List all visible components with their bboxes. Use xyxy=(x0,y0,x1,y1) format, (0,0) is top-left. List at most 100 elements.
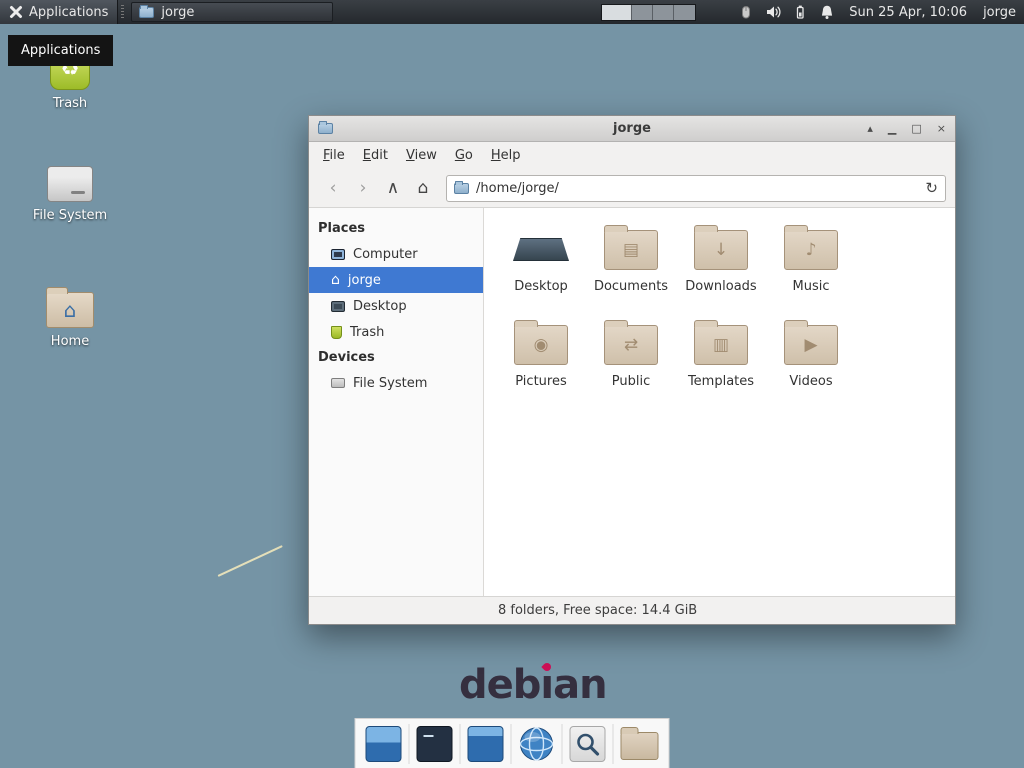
web-browser-icon[interactable] xyxy=(519,726,555,762)
folder-item-desktop[interactable]: Desktop xyxy=(496,220,586,315)
toolbar: ‹ › ∧ ⌂ ↻ xyxy=(309,169,955,208)
folder-item-downloads[interactable]: ↓ Downloads xyxy=(676,220,766,315)
workspace-1[interactable] xyxy=(602,5,632,20)
sidebar-item-label: Computer xyxy=(353,247,418,262)
menu-edit[interactable]: Edit xyxy=(354,144,397,167)
folder-view: Desktop ▤ Documents ↓ Downloads ♪ Music … xyxy=(484,208,955,596)
desktop-icon-home[interactable]: ⌂ Home xyxy=(29,292,111,349)
desktop-icon xyxy=(331,301,345,312)
desktop-folder-icon xyxy=(512,230,570,270)
folder-icon: ⇄ xyxy=(604,325,658,365)
taskbar-window-label: jorge xyxy=(161,5,194,20)
username-label[interactable]: jorge xyxy=(983,5,1016,20)
home-button[interactable]: ⌂ xyxy=(408,174,438,202)
folder-item-documents[interactable]: ▤ Documents xyxy=(586,220,676,315)
mouse-icon[interactable] xyxy=(738,4,754,20)
debian-logo: debıan xyxy=(459,662,607,708)
applications-menu-icon xyxy=(9,5,23,19)
folder-label: Public xyxy=(612,374,650,389)
terminal-icon[interactable] xyxy=(417,726,453,762)
dock-separator xyxy=(409,724,410,764)
dock-separator xyxy=(562,724,563,764)
sidebar-header-devices: Devices xyxy=(309,345,483,370)
file-manager-window: jorge ▴ ▁ □ × File Edit View Go Help ‹ ›… xyxy=(308,115,956,625)
home-folder-icon: ⌂ xyxy=(46,292,94,328)
clock[interactable]: Sun 25 Apr, 10:06 xyxy=(849,5,967,20)
folder-label: Pictures xyxy=(515,374,566,389)
applications-tooltip: Applications xyxy=(8,35,113,66)
camera-emblem-icon: ◉ xyxy=(534,337,549,354)
titlebar[interactable]: jorge ▴ ▁ □ × xyxy=(309,116,955,142)
battery-icon[interactable] xyxy=(792,4,808,20)
drive-icon xyxy=(47,166,93,202)
shade-button[interactable]: ▴ xyxy=(867,116,873,142)
window-manager-icon[interactable] xyxy=(468,726,504,762)
menu-help[interactable]: Help xyxy=(482,144,530,167)
taskbar-window-button[interactable]: jorge xyxy=(131,2,333,22)
top-panel: Applications jorge Sun 25 Apr, 10:06 xyxy=(0,0,1024,24)
file-manager-icon[interactable] xyxy=(621,732,659,760)
menu-view[interactable]: View xyxy=(397,144,446,167)
folder-icon: ↓ xyxy=(694,230,748,270)
debian-logo-text: an xyxy=(553,662,606,708)
stray-line-artifact xyxy=(218,545,283,577)
folder-icon: ▶ xyxy=(784,325,838,365)
up-button[interactable]: ∧ xyxy=(378,174,408,202)
folder-icon xyxy=(454,183,469,194)
applications-button[interactable]: Applications xyxy=(0,0,118,24)
window-controls: ▴ ▁ □ × xyxy=(867,116,946,142)
video-emblem-icon: ▶ xyxy=(804,337,817,354)
folder-label: Templates xyxy=(688,374,754,389)
folder-item-pictures[interactable]: ◉ Pictures xyxy=(496,315,586,410)
applications-button-label: Applications xyxy=(29,5,108,20)
window-body: Places Computer ⌂ jorge Desktop Trash De… xyxy=(309,208,955,596)
workspace-3[interactable] xyxy=(653,5,674,20)
folder-item-videos[interactable]: ▶ Videos xyxy=(766,315,856,410)
sidebar-item-jorge[interactable]: ⌂ jorge xyxy=(309,267,483,293)
folder-icon: ▥ xyxy=(694,325,748,365)
workspace-2[interactable] xyxy=(632,5,653,20)
workspace-4[interactable] xyxy=(674,5,695,20)
volume-icon[interactable] xyxy=(765,4,781,20)
folder-icon xyxy=(139,7,154,18)
bottom-dock xyxy=(355,718,670,768)
application-finder-icon[interactable] xyxy=(570,726,606,762)
desktop-icon-label: File System xyxy=(33,208,107,223)
sidebar-item-desktop[interactable]: Desktop xyxy=(309,293,483,319)
drive-icon xyxy=(331,378,345,388)
folder-label: Documents xyxy=(594,279,668,294)
folder-label: Downloads xyxy=(685,279,756,294)
home-icon: ⌂ xyxy=(331,273,340,287)
desktop-icon-label: Home xyxy=(51,334,89,349)
system-tray xyxy=(738,4,835,20)
maximize-button[interactable]: □ xyxy=(911,116,921,142)
folder-item-music[interactable]: ♪ Music xyxy=(766,220,856,315)
window-title: jorge xyxy=(309,121,955,136)
menu-file[interactable]: File xyxy=(314,144,354,167)
desktop-icon[interactable] xyxy=(366,726,402,762)
desktop-icon-label: Trash xyxy=(53,96,87,111)
forward-button[interactable]: › xyxy=(348,174,378,202)
sidebar-item-label: jorge xyxy=(348,273,381,288)
folder-item-templates[interactable]: ▥ Templates xyxy=(676,315,766,410)
sidebar: Places Computer ⌂ jorge Desktop Trash De… xyxy=(309,208,484,596)
notifications-icon[interactable] xyxy=(819,4,835,20)
menubar: File Edit View Go Help xyxy=(309,142,955,169)
dock-separator xyxy=(613,724,614,764)
reload-button[interactable]: ↻ xyxy=(925,179,938,197)
sidebar-item-trash[interactable]: Trash xyxy=(309,319,483,345)
sidebar-item-computer[interactable]: Computer xyxy=(309,241,483,267)
close-button[interactable]: × xyxy=(937,116,946,142)
back-button[interactable]: ‹ xyxy=(318,174,348,202)
folder-icon: ▤ xyxy=(604,230,658,270)
sidebar-item-label: Desktop xyxy=(353,299,407,314)
folder-item-public[interactable]: ⇄ Public xyxy=(586,315,676,410)
desktop-icon-file-system[interactable]: File System xyxy=(29,166,111,223)
debian-logo-text: deb xyxy=(459,662,540,708)
sidebar-item-file-system[interactable]: File System xyxy=(309,370,483,396)
menu-go[interactable]: Go xyxy=(446,144,482,167)
path-input[interactable] xyxy=(476,181,918,196)
sidebar-item-label: File System xyxy=(353,376,427,391)
minimize-button[interactable]: ▁ xyxy=(888,116,896,142)
template-emblem-icon: ▥ xyxy=(713,337,729,354)
